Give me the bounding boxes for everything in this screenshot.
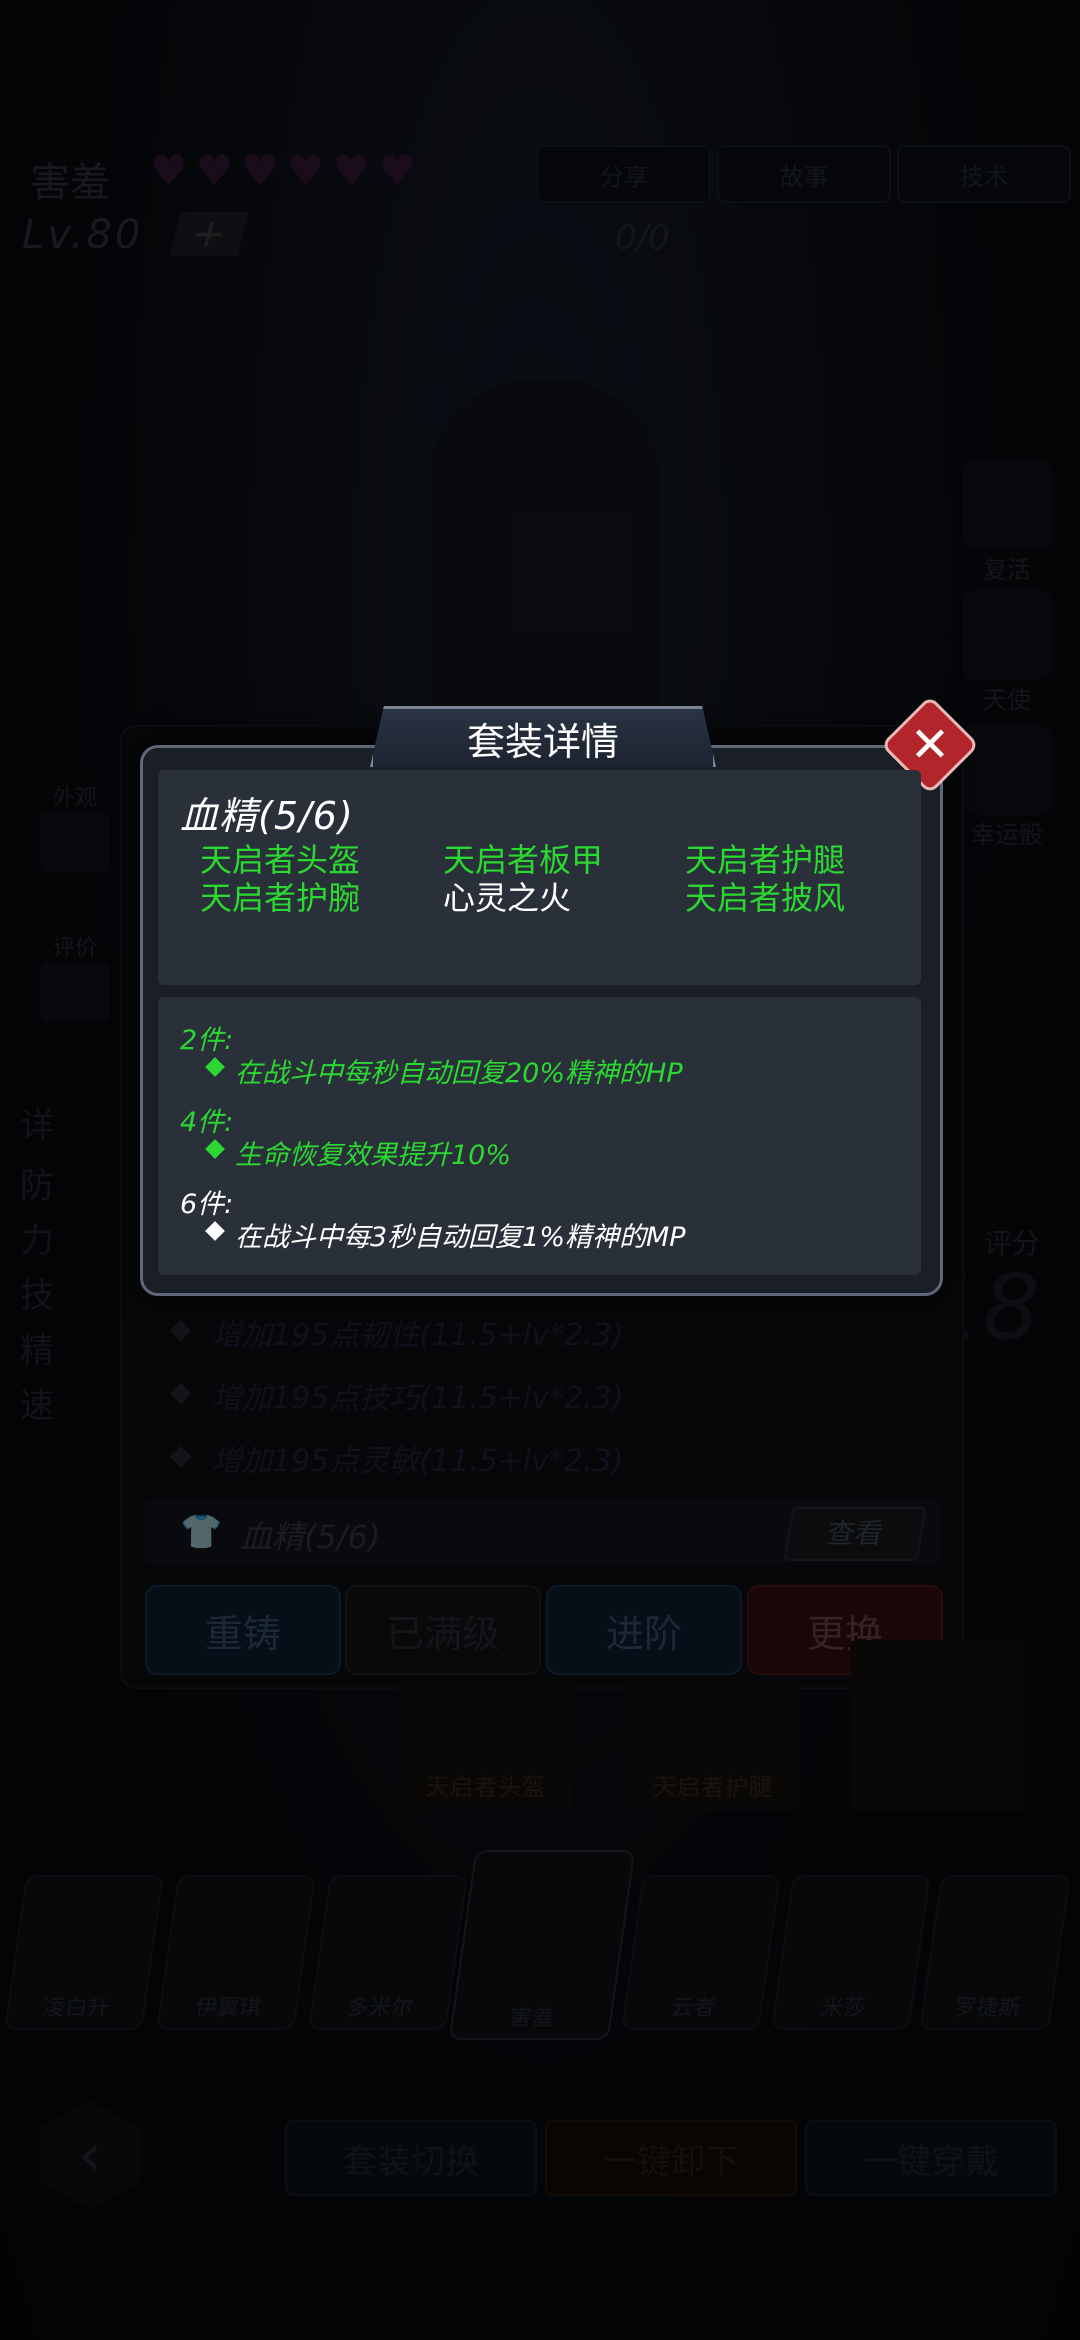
tab-story[interactable]: 故事 (717, 145, 891, 203)
shirt-icon (40, 812, 110, 872)
bullet-icon: ◆ (170, 1312, 192, 1345)
hero-portrait (430, 380, 660, 740)
set-piece: 天启者披风 (685, 879, 846, 917)
stat-spirit: 精 (20, 1331, 54, 1371)
roster-card-selected[interactable]: 害羞 (448, 1850, 636, 2040)
advance-button[interactable]: 进阶 (546, 1585, 742, 1675)
review-label: 评价 (52, 936, 97, 961)
stat-defense: 防 (20, 1166, 54, 1206)
dice-icon (962, 725, 1052, 815)
set-name: 血精(5/6) (180, 794, 354, 838)
heart-icon: ♥ (150, 146, 188, 195)
revive-label: 复活 (983, 556, 1031, 584)
revive-icon (962, 460, 1052, 550)
heart-icon: ♥ (195, 146, 234, 195)
suit-label: 血精(5/6) (240, 1518, 381, 1556)
reforge-button[interactable]: 重铸 (145, 1585, 341, 1675)
level-up-button[interactable]: + (169, 211, 249, 257)
character-level: Lv.80 (22, 212, 144, 258)
lucky-dice-label: 幸运骰 (971, 821, 1043, 849)
tier-label: 4件: (180, 1107, 234, 1138)
slot-helmet[interactable]: 天启者头盔 (398, 1680, 573, 1810)
experience-readout: 0/0 (615, 218, 670, 258)
bullet-icon: ◆ (170, 1375, 192, 1408)
character-name: 害羞 (30, 160, 110, 206)
bonus-agility: 增加195点灵敏(11.5+lv*2.3) (212, 1444, 624, 1479)
bullet-icon: ◆ (170, 1438, 192, 1471)
shirt-icon: 👕 (180, 1512, 223, 1552)
stat-speed: 速 (20, 1386, 54, 1426)
appearance-label: 外观 (52, 786, 97, 811)
heart-icon: ♥ (378, 146, 416, 195)
bonus-technique: 增加195点技巧(11.5+lv*2.3) (212, 1381, 624, 1416)
tier-label: 6件: (180, 1189, 234, 1220)
stat-skill: 技 (20, 1276, 54, 1316)
stat-strength: 力 (20, 1221, 54, 1261)
angel-icon (962, 590, 1052, 680)
max-level-button[interactable]: 已满级 (345, 1585, 541, 1675)
tab-share[interactable]: 分享 (537, 145, 711, 203)
tier-label: 2件: (180, 1025, 234, 1056)
roster-card[interactable]: 云者 (621, 1875, 781, 2030)
modal-title: 套装详情 (370, 706, 716, 767)
unequip-all-button[interactable]: 一键卸下 (545, 2120, 797, 2196)
set-piece: 天启者护腕 (200, 879, 361, 917)
chat-icon (40, 962, 110, 1022)
roster-card[interactable]: 罗捷斯 (919, 1875, 1071, 2030)
equip-all-button[interactable]: 一键穿戴 (805, 2120, 1057, 2196)
roster-card[interactable]: 伊翼琪 (156, 1875, 316, 2030)
affinity-hearts: ♥ ♥ ♥ ♥ ♥ ♥ (150, 150, 416, 192)
heart-icon: ♥ (332, 146, 371, 195)
roster-card[interactable]: 凌白升 (4, 1875, 164, 2030)
tier-effect: 在战斗中每3秒自动回复1%精神的MP (235, 1222, 686, 1253)
bonus-toughness: 增加195点韧性(11.5+lv*2.3) (212, 1318, 624, 1353)
view-suit-button[interactable]: 查看 (783, 1507, 927, 1561)
slot-leggings[interactable]: 天启者护腿 (625, 1680, 800, 1810)
angel-label: 天使 (983, 686, 1031, 714)
heart-icon: ♥ (241, 146, 279, 195)
set-piece-missing: 心灵之火 (443, 879, 572, 917)
roster-card[interactable]: 米莎 (771, 1875, 931, 2030)
review-button[interactable]: 评价 (30, 930, 120, 1022)
heart-icon: ♥ (286, 146, 325, 195)
appearance-button[interactable]: 外观 (30, 780, 120, 872)
angel-button[interactable]: 天使 (952, 590, 1062, 715)
tier-effect: 在战斗中每秒自动回复20%精神的HP (235, 1058, 683, 1089)
tab-skill[interactable]: 技术 (897, 145, 1071, 203)
slot-empty[interactable] (850, 1640, 1025, 1810)
tier-effect: 生命恢复效果提升10% (235, 1140, 512, 1171)
switch-set-button[interactable]: 套装切换 (285, 2120, 537, 2196)
revive-button[interactable]: 复活 (952, 460, 1062, 585)
roster-card[interactable]: 多米尔 (308, 1875, 468, 2030)
stat-detail: 详 (20, 1106, 54, 1146)
